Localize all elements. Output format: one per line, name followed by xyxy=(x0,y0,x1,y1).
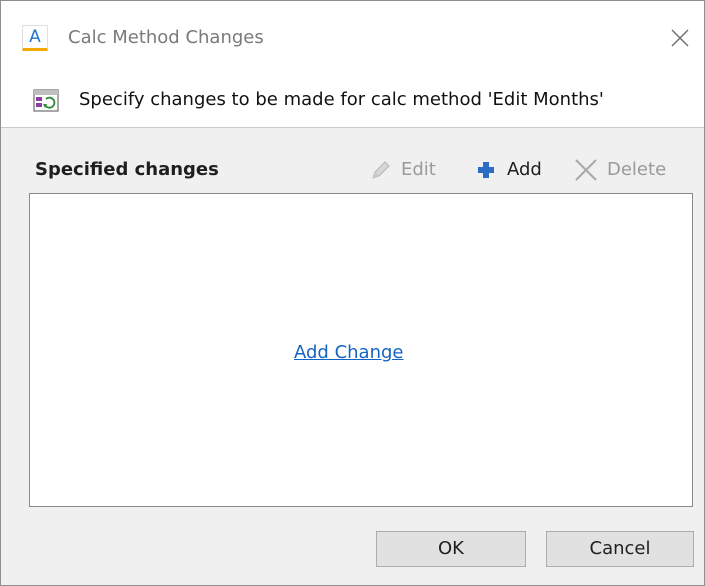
ok-button[interactable]: OK xyxy=(376,531,526,567)
add-label: Add xyxy=(507,159,542,180)
window-title: Calc Method Changes xyxy=(68,27,264,48)
delete-label: Delete xyxy=(607,159,667,180)
app-icon: A xyxy=(22,25,48,51)
add-change-link[interactable]: Add Change xyxy=(294,341,404,365)
add-button[interactable]: Add xyxy=(475,156,542,184)
title-bar: A Calc Method Changes xyxy=(1,1,704,75)
changes-list[interactable]: Add Change xyxy=(29,193,693,507)
edit-button[interactable]: Edit xyxy=(369,156,436,184)
pencil-icon xyxy=(372,161,390,179)
delete-button[interactable]: Delete xyxy=(572,156,666,184)
calc-method-changes-dialog: A Calc Method Changes Specify changes to… xyxy=(0,0,705,586)
calc-method-icon xyxy=(33,89,59,112)
specified-changes-label: Specified changes xyxy=(35,159,219,180)
changes-panel: Specified changes Edit Add Delete Add Ch… xyxy=(1,128,704,585)
x-icon xyxy=(575,159,597,181)
header-description: Specify changes to be made for calc meth… xyxy=(79,89,604,110)
plus-icon xyxy=(478,162,494,178)
close-icon xyxy=(671,29,689,47)
close-button[interactable] xyxy=(667,25,693,51)
edit-label: Edit xyxy=(401,159,436,180)
dialog-header: Specify changes to be made for calc meth… xyxy=(1,75,704,127)
cancel-button[interactable]: Cancel xyxy=(546,531,694,567)
